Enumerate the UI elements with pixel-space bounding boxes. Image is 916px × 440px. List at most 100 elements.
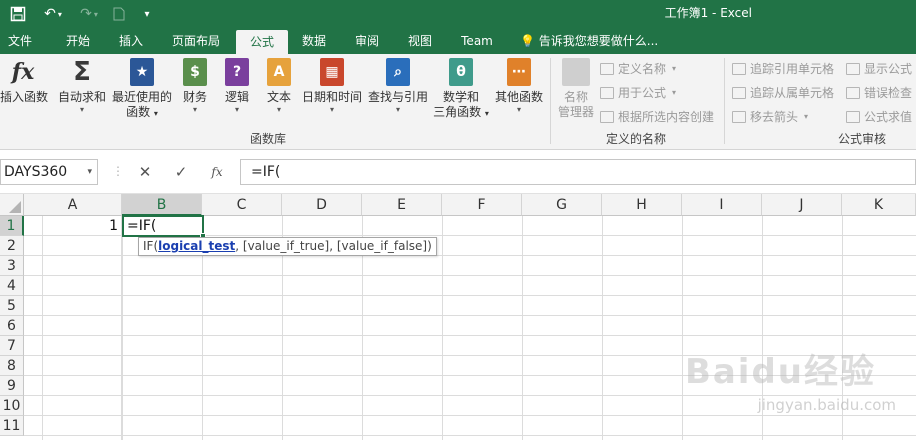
autosum-button[interactable]: Σ 自动求和 ▾ [56, 58, 108, 115]
column-header-f[interactable]: F [442, 194, 522, 216]
row-header-10[interactable]: 10 [0, 396, 24, 416]
recently-used-label2: 函数 [126, 105, 151, 119]
error-checking-label: 错误检查 [864, 86, 913, 100]
logical-button[interactable]: ? 逻辑 ▾ [220, 58, 254, 115]
row-header-6[interactable]: 6 [0, 316, 24, 336]
row-header-9[interactable]: 9 [0, 376, 24, 396]
evaluate-formula-button[interactable]: 公式求值 [846, 108, 912, 125]
chevron-down-icon: ▾ [79, 105, 84, 114]
window-title: 工作簿1 - Excel [664, 6, 752, 20]
column-header-g[interactable]: G [522, 194, 602, 216]
math-trig-button[interactable]: θ 数学和 三角函数 ▾ [432, 58, 490, 121]
column-header-h[interactable]: H [602, 194, 682, 216]
financial-button[interactable]: $ 财务 ▾ [178, 58, 212, 115]
column-header-e[interactable]: E [362, 194, 442, 216]
column-header-j[interactable]: J [762, 194, 842, 216]
tag-icon [562, 58, 590, 86]
row-header-11[interactable]: 11 [0, 416, 24, 436]
chevron-down-icon: ▾ [516, 105, 521, 114]
tab-view[interactable]: 视图 [396, 28, 444, 54]
text-button[interactable]: A 文本 ▾ [262, 58, 296, 115]
tab-data[interactable]: 数据 [290, 28, 338, 54]
cell-a1[interactable]: 1 [24, 216, 118, 236]
select-all-corner[interactable] [0, 194, 24, 216]
tab-file[interactable]: 文件 [0, 28, 40, 54]
error-checking-button[interactable]: 错误检查 [846, 84, 912, 101]
use-in-formula-icon [600, 86, 614, 99]
trace-precedents-button[interactable]: 追踪引用单元格 [732, 60, 834, 77]
row-header-1[interactable]: 1 [0, 216, 24, 236]
defined-names-group-label: 定义的名称 [606, 132, 667, 146]
remove-arrows-button[interactable]: 移去箭头 ▾ [732, 108, 808, 125]
text-a-icon: A [267, 58, 291, 86]
tab-insert[interactable]: 插入 [106, 28, 156, 54]
use-in-formula-button[interactable]: 用于公式 ▾ [600, 84, 676, 101]
error-checking-icon [846, 86, 860, 99]
name-manager-button[interactable]: 名称 管理器 [554, 58, 598, 120]
chevron-down-icon: ▾ [153, 109, 158, 118]
column-header-i[interactable]: I [682, 194, 762, 216]
function-library-group-label: 函数库 [250, 132, 287, 146]
more-functions-button[interactable]: ⋯ 其他函数 ▾ [492, 58, 546, 115]
drag-handle-icon[interactable]: ⋮ [112, 164, 124, 178]
title-bar: ↶ ▾ ↷ ▾ ▾ 工作簿1 - Excel [0, 0, 916, 28]
text-label: 文本 [266, 90, 291, 104]
trace-dependents-icon [732, 86, 746, 99]
function-argument-tooltip: IF(logical_test, [value_if_true], [value… [138, 237, 437, 256]
tab-formulas[interactable]: 公式 [236, 30, 288, 54]
column-header-a[interactable]: A [24, 194, 122, 216]
tab-page-layout[interactable]: 页面布局 [162, 28, 230, 54]
tooltip-function-name[interactable]: IF( [143, 239, 158, 253]
show-formulas-icon [846, 62, 860, 75]
star-icon: ★ [130, 58, 154, 86]
group-divider [724, 58, 725, 144]
column-header-c[interactable]: C [202, 194, 282, 216]
fx-icon[interactable]: fx [200, 159, 234, 185]
create-from-selection-label: 根据所选内容创建 [618, 110, 715, 124]
enter-button[interactable]: ✓ [164, 159, 198, 185]
formula-auditing-group-label: 公式审核 [838, 132, 887, 146]
chevron-down-icon: ▾ [276, 105, 281, 114]
question-icon: ? [225, 58, 249, 86]
watermark-logo: Baidu经验 [684, 352, 876, 392]
insert-function-button[interactable]: fx 插入函数 [0, 58, 48, 105]
column-header-b[interactable]: B [122, 194, 202, 216]
save-icon[interactable] [4, 0, 32, 28]
row-header-5[interactable]: 5 [0, 296, 24, 316]
lookup-button[interactable]: ⌕ 查找与引用 ▾ [366, 58, 430, 115]
customize-icon[interactable]: ▾ [138, 0, 156, 28]
group-divider [550, 58, 551, 144]
trace-dependents-label: 追踪从属单元格 [750, 86, 835, 100]
tab-review[interactable]: 审阅 [342, 28, 392, 54]
trace-precedents-label: 追踪引用单元格 [750, 62, 835, 76]
row-header-8[interactable]: 8 [0, 356, 24, 376]
tooltip-active-arg[interactable]: logical_test [158, 239, 235, 253]
formula-input[interactable]: =IF( [240, 159, 916, 185]
create-from-selection-button[interactable]: 根据所选内容创建 [600, 108, 714, 125]
trace-dependents-button[interactable]: 追踪从属单元格 [732, 84, 834, 101]
active-cell-b1[interactable]: =IF( [122, 215, 206, 239]
column-header-d[interactable]: D [282, 194, 362, 216]
date-time-button[interactable]: ▦ 日期和时间 ▾ [300, 58, 364, 115]
create-from-selection-icon [600, 110, 614, 123]
autosum-label: 自动求和 [57, 90, 106, 104]
row-header-7[interactable]: 7 [0, 336, 24, 356]
define-name-button[interactable]: 定义名称 ▾ [600, 60, 676, 77]
tell-me-box[interactable]: 💡 告诉我您想要做什么... [520, 28, 658, 54]
chevron-down-icon[interactable]: ▾ [87, 160, 92, 184]
tab-team[interactable]: Team [452, 28, 502, 54]
math-trig-label: 数学和 [442, 90, 479, 104]
chevron-down-icon: ▾ [804, 112, 809, 121]
name-box[interactable]: DAYS360 ▾ [0, 159, 98, 185]
row-header-4[interactable]: 4 [0, 276, 24, 296]
row-header-3[interactable]: 3 [0, 256, 24, 276]
recently-used-button[interactable]: ★ 最近使用的 函数 ▾ [110, 58, 174, 121]
cancel-button[interactable]: ✕ [128, 159, 162, 185]
new-file-icon[interactable] [108, 0, 130, 28]
redo-icon[interactable]: ↷ ▾ [72, 0, 106, 28]
row-header-2[interactable]: 2 [0, 236, 24, 256]
undo-icon[interactable]: ↶ ▾ [36, 0, 70, 28]
tab-home[interactable]: 开始 [52, 28, 104, 54]
show-formulas-button[interactable]: 显示公式 [846, 60, 912, 77]
column-header-k[interactable]: K [842, 194, 916, 216]
